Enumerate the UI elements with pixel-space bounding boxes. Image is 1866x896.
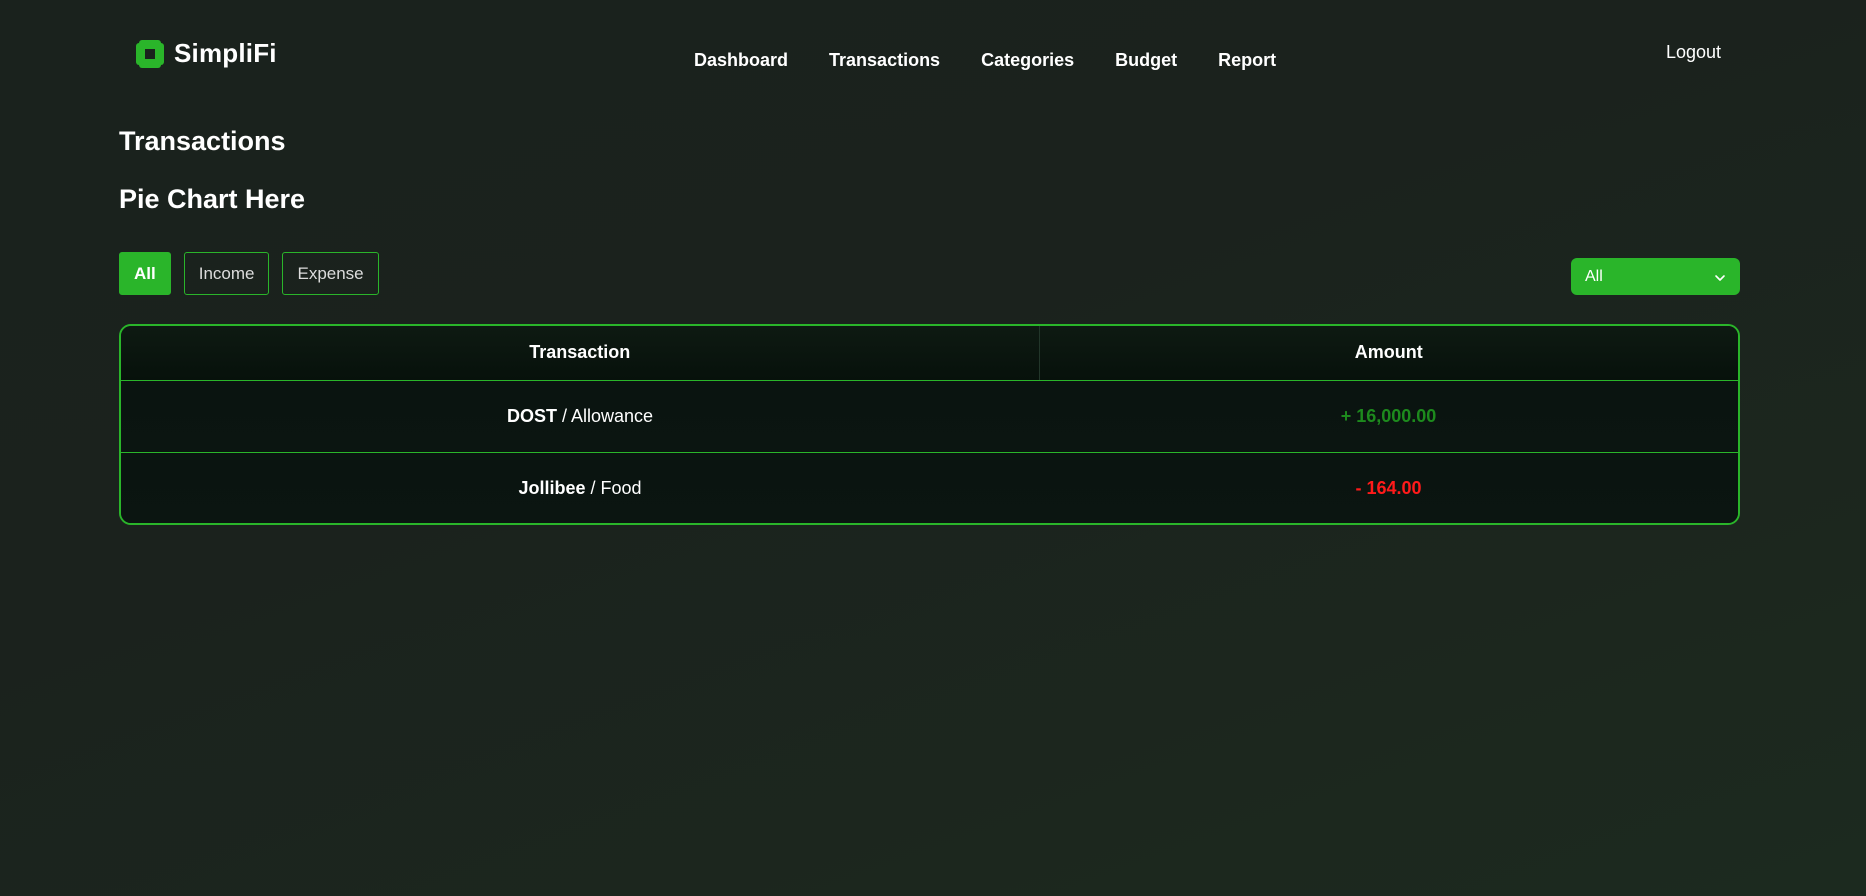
category-select-value: All — [1585, 267, 1603, 285]
nav-budget[interactable]: Budget — [1115, 50, 1177, 71]
filter-income-button[interactable]: Income — [183, 252, 270, 295]
transaction-merchant: DOST — [506, 405, 557, 426]
table-row[interactable]: DOST / Allowance + 16,000.00 — [121, 380, 1738, 453]
transaction-category: Allowance — [570, 405, 654, 426]
transaction-merchant: Jollibee — [518, 477, 586, 498]
main-nav: Dashboard Transactions Categories Budget… — [694, 50, 1276, 71]
nav-categories[interactable]: Categories — [981, 50, 1074, 71]
logout-link[interactable]: Logout — [1666, 42, 1721, 63]
transaction-amount: + 16,000.00 — [1340, 405, 1437, 426]
table-row[interactable]: Jollibee / Food - 164.00 — [121, 452, 1738, 523]
type-filter-group: All Income Expense — [119, 252, 379, 295]
nav-dashboard[interactable]: Dashboard — [694, 50, 788, 71]
column-header-transaction: Transaction — [121, 326, 1040, 381]
nav-transactions[interactable]: Transactions — [829, 50, 940, 71]
transaction-separator: / — [556, 405, 571, 426]
chevron-down-icon — [1714, 271, 1726, 283]
category-select[interactable]: All — [1571, 258, 1740, 295]
transaction-cell: DOST / Allowance — [121, 380, 1039, 453]
logo-icon — [136, 39, 164, 68]
amount-cell: + 16,000.00 — [1039, 380, 1738, 453]
page-title: Transactions — [119, 126, 286, 156]
top-header: SimpliFi Dashboard Transactions Categori… — [0, 0, 1866, 110]
table-header-row: Transaction Amount — [121, 326, 1738, 381]
transactions-table: Transaction Amount DOST / Allowance + 16… — [119, 324, 1740, 525]
transaction-separator: / — [585, 477, 601, 498]
transaction-cell: Jollibee / Food — [121, 452, 1039, 523]
filter-expense-button[interactable]: Expense — [282, 252, 379, 295]
nav-report[interactable]: Report — [1218, 50, 1276, 71]
brand-name: SimpliFi — [174, 38, 277, 68]
pie-chart-placeholder: Pie Chart Here — [119, 184, 306, 214]
column-header-amount: Amount — [1039, 326, 1738, 381]
filter-all-button[interactable]: All — [119, 252, 171, 295]
transaction-category: Food — [600, 477, 642, 498]
brand-logo[interactable]: SimpliFi — [136, 38, 277, 69]
transaction-amount: - 164.00 — [1355, 477, 1422, 498]
amount-cell: - 164.00 — [1039, 452, 1738, 523]
